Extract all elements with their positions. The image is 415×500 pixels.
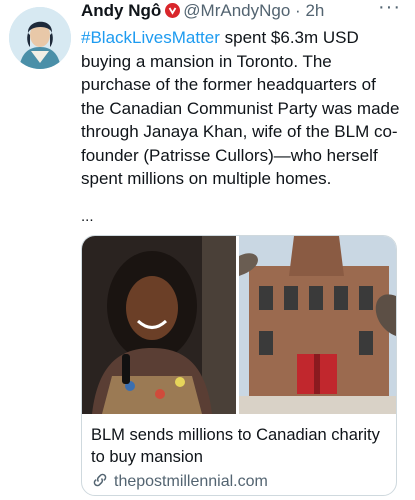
link-preview-card[interactable]: BLM sends millions to Canadian charity t…	[81, 235, 397, 496]
tweet-header: Andy Ngô @MrAndyNgo · 2h ···	[81, 0, 415, 24]
author-name[interactable]: Andy Ngô	[81, 1, 161, 20]
card-domain[interactable]: thepostmillennial.com	[91, 471, 268, 494]
card-image-portrait	[82, 236, 236, 414]
timestamp[interactable]: 2h	[305, 1, 324, 20]
author-handle[interactable]: @MrAndyNgo	[183, 1, 290, 20]
tweet-body: spent $6.3m USD buying a mansion in Toro…	[81, 28, 400, 188]
truncation-ellipsis: ...	[81, 208, 94, 225]
card-images	[82, 236, 396, 414]
avatar[interactable]	[9, 7, 71, 69]
red-badge-icon	[165, 3, 181, 18]
separator: ·	[295, 1, 301, 20]
card-title[interactable]: BLM sends millions to Canadian charity t…	[91, 424, 381, 468]
tweet-text: #BlackLivesMatter spent $6.3m USD buying…	[81, 26, 403, 191]
card-image-mansion	[239, 236, 396, 414]
more-icon[interactable]: ···	[378, 0, 401, 18]
hashtag-link[interactable]: #BlackLivesMatter	[81, 28, 220, 47]
card-domain-text: thepostmillennial.com	[114, 473, 268, 490]
link-icon	[91, 471, 109, 494]
